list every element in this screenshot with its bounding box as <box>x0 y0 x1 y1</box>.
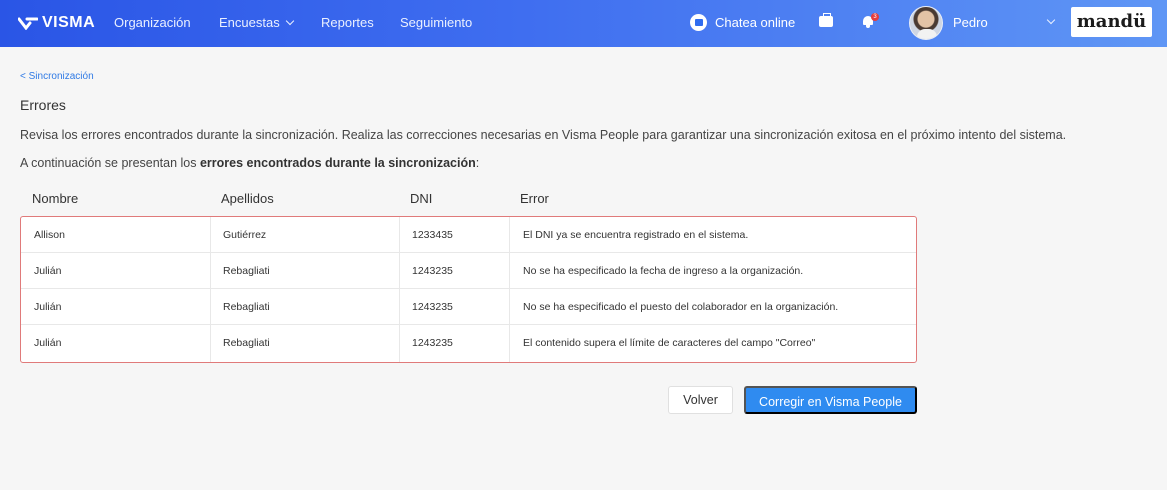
cell-apellidos: Rebagliati <box>223 301 270 313</box>
description-text: Revisa los errores encontrados durante l… <box>20 128 1067 142</box>
cell-dni: 1233435 <box>412 229 453 241</box>
cell-dni: 1243235 <box>412 337 453 349</box>
notification-badge: 3 <box>871 13 879 21</box>
visma-logo-text: VISMA <box>42 14 96 31</box>
corregir-en-visma-people-button[interactable]: Corregir en Visma People <box>744 386 917 414</box>
cell-apellidos: Rebagliati <box>223 337 270 349</box>
cell-error: El contenido supera el límite de caracte… <box>523 337 816 349</box>
intro-prefix: A continuación se presentan los <box>20 156 200 170</box>
intro-text: A continuación se presentan los errores … <box>20 156 479 170</box>
chat-online-label: Chatea online <box>715 15 796 30</box>
table-row: Julián Rebagliati 1243235 No se ha espec… <box>21 289 916 325</box>
volver-button[interactable]: Volver <box>668 386 733 414</box>
user-name[interactable]: Pedro <box>953 15 988 30</box>
chevron-down-icon <box>285 16 294 26</box>
nav-organizacion[interactable]: Organización <box>114 15 191 30</box>
chat-online-button[interactable]: Chatea online <box>690 14 795 31</box>
nav-seguimiento[interactable]: Seguimiento <box>400 15 472 30</box>
visma-logo[interactable]: VISMA <box>18 13 95 33</box>
cell-nombre: Julián <box>34 337 62 349</box>
avatar[interactable] <box>909 6 943 40</box>
nav-encuestas[interactable]: Encuestas <box>219 15 294 30</box>
cell-nombre: Allison <box>34 229 65 241</box>
column-header-apellidos: Apellidos <box>221 191 274 206</box>
breadcrumb-back-link[interactable]: < Sincronización <box>20 71 94 82</box>
chat-icon <box>690 14 707 31</box>
cell-error: No se ha especificado el puesto del cola… <box>523 301 839 313</box>
table-row: Allison Gutiérrez 1233435 El DNI ya se e… <box>21 217 916 253</box>
cell-apellidos: Gutiérrez <box>223 229 267 241</box>
table-row: Julián Rebagliati 1243235 No se ha espec… <box>21 253 916 289</box>
cell-dni: 1243235 <box>412 265 453 277</box>
user-menu-chevron-icon[interactable] <box>1046 15 1056 25</box>
column-header-nombre: Nombre <box>32 191 79 206</box>
intro-bold: errores encontrados durante la sincroniz… <box>199 156 476 170</box>
briefcase-icon[interactable] <box>819 13 833 27</box>
cell-error: El DNI ya se encuentra registrado en el … <box>523 229 749 241</box>
intro-suffix: : <box>475 156 480 170</box>
table-row: Julián Rebagliati 1243235 El contenido s… <box>21 325 916 361</box>
visma-logo-icon <box>18 17 38 30</box>
errors-table: Allison Gutiérrez 1233435 El DNI ya se e… <box>20 216 917 363</box>
cell-nombre: Julián <box>34 301 62 313</box>
nav-reportes[interactable]: Reportes <box>321 15 374 30</box>
nav-encuestas-label: Encuestas <box>219 15 280 30</box>
cell-error: No se ha especificado la fecha de ingres… <box>523 265 804 277</box>
mandu-logo: mandü <box>1071 7 1152 37</box>
cell-nombre: Julián <box>34 265 62 277</box>
column-header-error: Error <box>520 191 549 206</box>
top-navigation-bar: VISMA Organización Encuestas Reportes Se… <box>0 0 1167 47</box>
column-header-dni: DNI <box>410 191 433 206</box>
page-title: Errores <box>20 97 66 113</box>
cell-dni: 1243235 <box>412 301 453 313</box>
cell-apellidos: Rebagliati <box>223 265 270 277</box>
